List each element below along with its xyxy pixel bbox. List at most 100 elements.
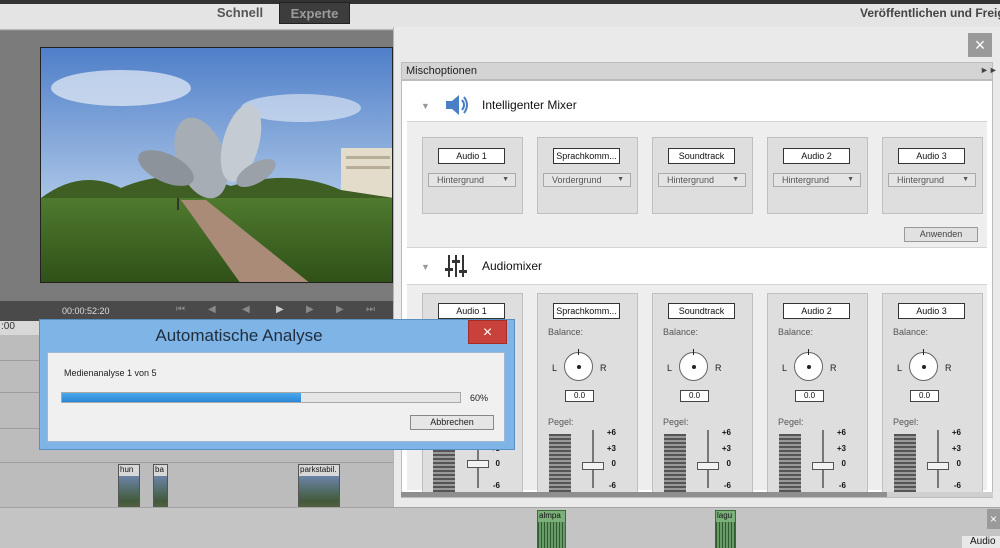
track-name: Sprachkomm... xyxy=(553,148,620,164)
clip-label: hun xyxy=(119,465,139,476)
clip-label: ba xyxy=(154,465,167,476)
level-meter xyxy=(894,434,916,492)
balance-value-field[interactable]: 0.0 xyxy=(795,390,824,402)
smart-mix-dropdown[interactable]: Hintergrund ▼ xyxy=(888,173,976,187)
level-label: Pegel: xyxy=(548,417,574,427)
smart-mix-dropdown[interactable]: Hintergrund ▼ xyxy=(428,173,516,187)
step-back-icon[interactable]: ◀ xyxy=(208,304,216,315)
apply-button[interactable]: Anwenden xyxy=(904,227,978,242)
play-icon[interactable]: ▶ xyxy=(276,304,284,315)
scale-minus6: -6 xyxy=(838,481,846,490)
balance-knob[interactable] xyxy=(794,349,823,381)
scale-zero: 0 xyxy=(611,459,616,468)
close-panel-button[interactable]: × xyxy=(968,33,992,57)
forward-icon[interactable]: ▶ xyxy=(306,304,314,315)
video-clip[interactable]: hun xyxy=(118,464,140,508)
scale-minus6: -6 xyxy=(953,481,961,490)
right-label: R xyxy=(830,363,837,373)
balance-value-field[interactable]: 0.0 xyxy=(910,390,939,402)
volume-fader-track[interactable] xyxy=(707,430,709,488)
track-name: Audio 2 xyxy=(783,303,850,319)
expert-mode-button[interactable]: Experte xyxy=(279,2,350,24)
dropdown-value: Hintergrund xyxy=(667,175,715,185)
smart-mix-dropdown[interactable]: Hintergrund ▼ xyxy=(773,173,861,187)
volume-fader-track[interactable] xyxy=(822,430,824,488)
track-name: Audio 3 xyxy=(898,303,965,319)
chevron-down-icon: ▼ xyxy=(732,176,739,183)
video-preview xyxy=(40,47,393,283)
right-label: R xyxy=(945,363,952,373)
volume-fader-handle[interactable] xyxy=(812,462,834,470)
clip-thumbnail xyxy=(154,476,167,507)
scrollbar-thumb[interactable] xyxy=(401,492,887,497)
balance-label: Balance: xyxy=(778,327,814,337)
balance-knob[interactable] xyxy=(564,349,593,381)
clip-thumbnail xyxy=(299,476,339,507)
audio-clip[interactable]: lagu xyxy=(715,510,736,548)
quick-mode-button[interactable]: Schnell xyxy=(204,2,276,24)
scale-zero: 0 xyxy=(495,459,500,468)
timeline-ruler: :00 xyxy=(0,321,40,335)
balance-label: Balance: xyxy=(663,327,699,337)
step-forward-icon[interactable]: ▶ xyxy=(336,304,344,315)
volume-fader-track[interactable] xyxy=(937,430,939,488)
close-icon[interactable]: × xyxy=(987,509,1000,529)
video-clip[interactable]: ba xyxy=(153,464,168,508)
scale-plus3: +3 xyxy=(721,444,731,453)
clip-thumbnail xyxy=(119,476,139,507)
smart-mixer-title: Intelligenter Mixer xyxy=(482,98,577,112)
audio-tab[interactable]: Audio xyxy=(962,536,1000,548)
volume-fader-handle[interactable] xyxy=(927,462,949,470)
go-to-end-icon[interactable]: ⏭ xyxy=(366,304,375,315)
balance-label: Balance: xyxy=(548,327,584,337)
balance-knob[interactable] xyxy=(909,349,938,381)
track-name: Audio 3 xyxy=(898,148,965,164)
mixer-sliders-icon xyxy=(445,254,467,281)
left-label: L xyxy=(897,363,903,373)
level-meter xyxy=(549,434,571,492)
chevron-down-icon: ▼ xyxy=(617,176,624,183)
left-label: L xyxy=(782,363,788,373)
balance-value-field[interactable]: 0.0 xyxy=(680,390,709,402)
level-label: Pegel: xyxy=(893,417,919,427)
collapse-triangle-icon[interactable]: ▼ xyxy=(421,101,430,111)
balance-knob[interactable] xyxy=(679,349,708,381)
volume-fader-handle[interactable] xyxy=(582,462,604,470)
dropdown-value: Hintergrund xyxy=(897,175,945,185)
video-frame-image xyxy=(41,48,392,282)
clip-label: parkstabil. xyxy=(299,465,339,476)
track-name: Audio 2 xyxy=(783,148,850,164)
right-label: R xyxy=(600,363,607,373)
scale-plus3: +3 xyxy=(836,444,846,453)
rewind-icon[interactable]: ◀ xyxy=(242,304,250,315)
cancel-button[interactable]: Abbrechen xyxy=(410,415,494,430)
audio-clip[interactable]: almpa xyxy=(537,510,566,548)
scale-plus3: +3 xyxy=(606,444,616,453)
dialog-close-button[interactable]: × xyxy=(468,320,507,344)
track-name: Soundtrack xyxy=(668,148,735,164)
volume-fader-handle[interactable] xyxy=(697,462,719,470)
volume-fader-track[interactable] xyxy=(592,430,594,488)
scale-zero: 0 xyxy=(841,459,846,468)
scale-plus6: +6 xyxy=(951,428,961,437)
left-label: L xyxy=(552,363,558,373)
right-label: R xyxy=(715,363,722,373)
audio-mixer-title: Audiomixer xyxy=(482,259,543,273)
smart-mix-dropdown[interactable]: Vordergrund ▼ xyxy=(543,173,631,187)
collapse-triangle-icon[interactable]: ▼ xyxy=(421,262,430,272)
balance-value-field[interactable]: 0.0 xyxy=(565,390,594,402)
panel-menu-icon[interactable]: ►► xyxy=(980,65,998,75)
go-to-start-icon[interactable]: ⏮ xyxy=(176,304,185,315)
speaker-icon xyxy=(444,93,470,120)
progress-fill xyxy=(62,393,301,402)
smart-mix-dropdown[interactable]: Hintergrund ▼ xyxy=(658,173,746,187)
track-name: Audio 1 xyxy=(438,303,505,319)
timecode-display: 00:00:52:20 xyxy=(62,306,110,316)
left-label: L xyxy=(667,363,673,373)
audio-track-area xyxy=(0,507,1000,548)
panel-header xyxy=(401,62,993,80)
chevron-down-icon: ▼ xyxy=(847,176,854,183)
dropdown-value: Hintergrund xyxy=(437,175,485,185)
video-clip[interactable]: parkstabil. xyxy=(298,464,340,508)
publish-share-button[interactable]: Veröffentlichen und Freig xyxy=(860,2,1000,24)
